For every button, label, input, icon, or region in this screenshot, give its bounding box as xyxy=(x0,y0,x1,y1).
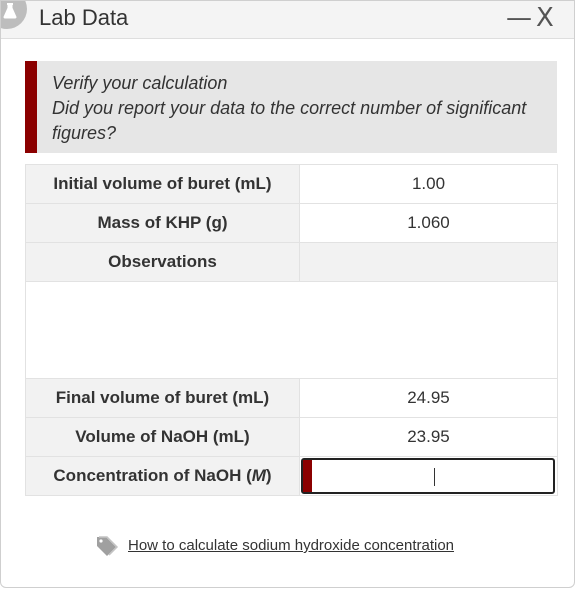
mass-khp-value: 1.060 xyxy=(299,203,558,243)
mass-khp-label: Mass of KHP (g) xyxy=(25,203,300,243)
lab-data-table: Initial volume of buret (mL) 1.00 Mass o… xyxy=(25,164,558,496)
minimize-button[interactable]: — xyxy=(506,3,532,33)
text-caret xyxy=(434,468,435,486)
title-bar: Lab Data — X xyxy=(1,1,574,39)
concentration-unit: M xyxy=(251,466,266,485)
alert-message: Did you report your data to the correct … xyxy=(52,98,527,143)
observations-value xyxy=(299,242,558,282)
close-button[interactable]: X xyxy=(536,3,554,33)
window-title: Lab Data xyxy=(39,5,129,30)
tag-icon xyxy=(97,536,119,556)
concentration-input[interactable] xyxy=(301,458,555,494)
volume-naoh-value: 23.95 xyxy=(299,417,558,457)
flask-badge xyxy=(1,1,27,29)
table-row-observations-notes xyxy=(25,281,558,379)
help-link[interactable]: How to calculate sodium hydroxide concen… xyxy=(128,537,454,554)
alert-text: Verify your calculation Did you report y… xyxy=(52,71,542,146)
initial-volume-label: Initial volume of buret (mL) xyxy=(25,164,300,204)
concentration-label: Concentration of NaOH (M) xyxy=(25,456,300,496)
flask-icon xyxy=(3,3,17,19)
final-volume-value: 24.95 xyxy=(299,378,558,418)
table-row-observations: Observations xyxy=(25,242,558,282)
verify-alert: Verify your calculation Did you report y… xyxy=(25,61,557,153)
table-row-final-volume: Final volume of buret (mL) 24.95 xyxy=(25,378,558,418)
concentration-label-suffix: ) xyxy=(265,466,272,485)
concentration-cell xyxy=(299,456,558,496)
final-volume-label: Final volume of buret (mL) xyxy=(25,378,300,418)
initial-volume-value: 1.00 xyxy=(299,164,558,204)
table-row-concentration: Concentration of NaOH (M) xyxy=(25,456,558,496)
alert-accent-bar xyxy=(25,61,37,153)
table-row-initial-volume: Initial volume of buret (mL) 1.00 xyxy=(25,164,558,204)
volume-naoh-label: Volume of NaOH (mL) xyxy=(25,417,300,457)
observations-label: Observations xyxy=(25,242,300,282)
table-row-mass-khp: Mass of KHP (g) 1.060 xyxy=(25,203,558,243)
observations-notes-area[interactable] xyxy=(25,281,558,379)
alert-heading: Verify your calculation xyxy=(52,73,228,93)
concentration-label-prefix: Concentration of NaOH ( xyxy=(53,466,252,485)
input-error-marker xyxy=(303,460,312,492)
table-row-volume-naoh: Volume of NaOH (mL) 23.95 xyxy=(25,417,558,457)
lab-data-window: Lab Data — X Verify your calculation Did… xyxy=(0,0,575,588)
